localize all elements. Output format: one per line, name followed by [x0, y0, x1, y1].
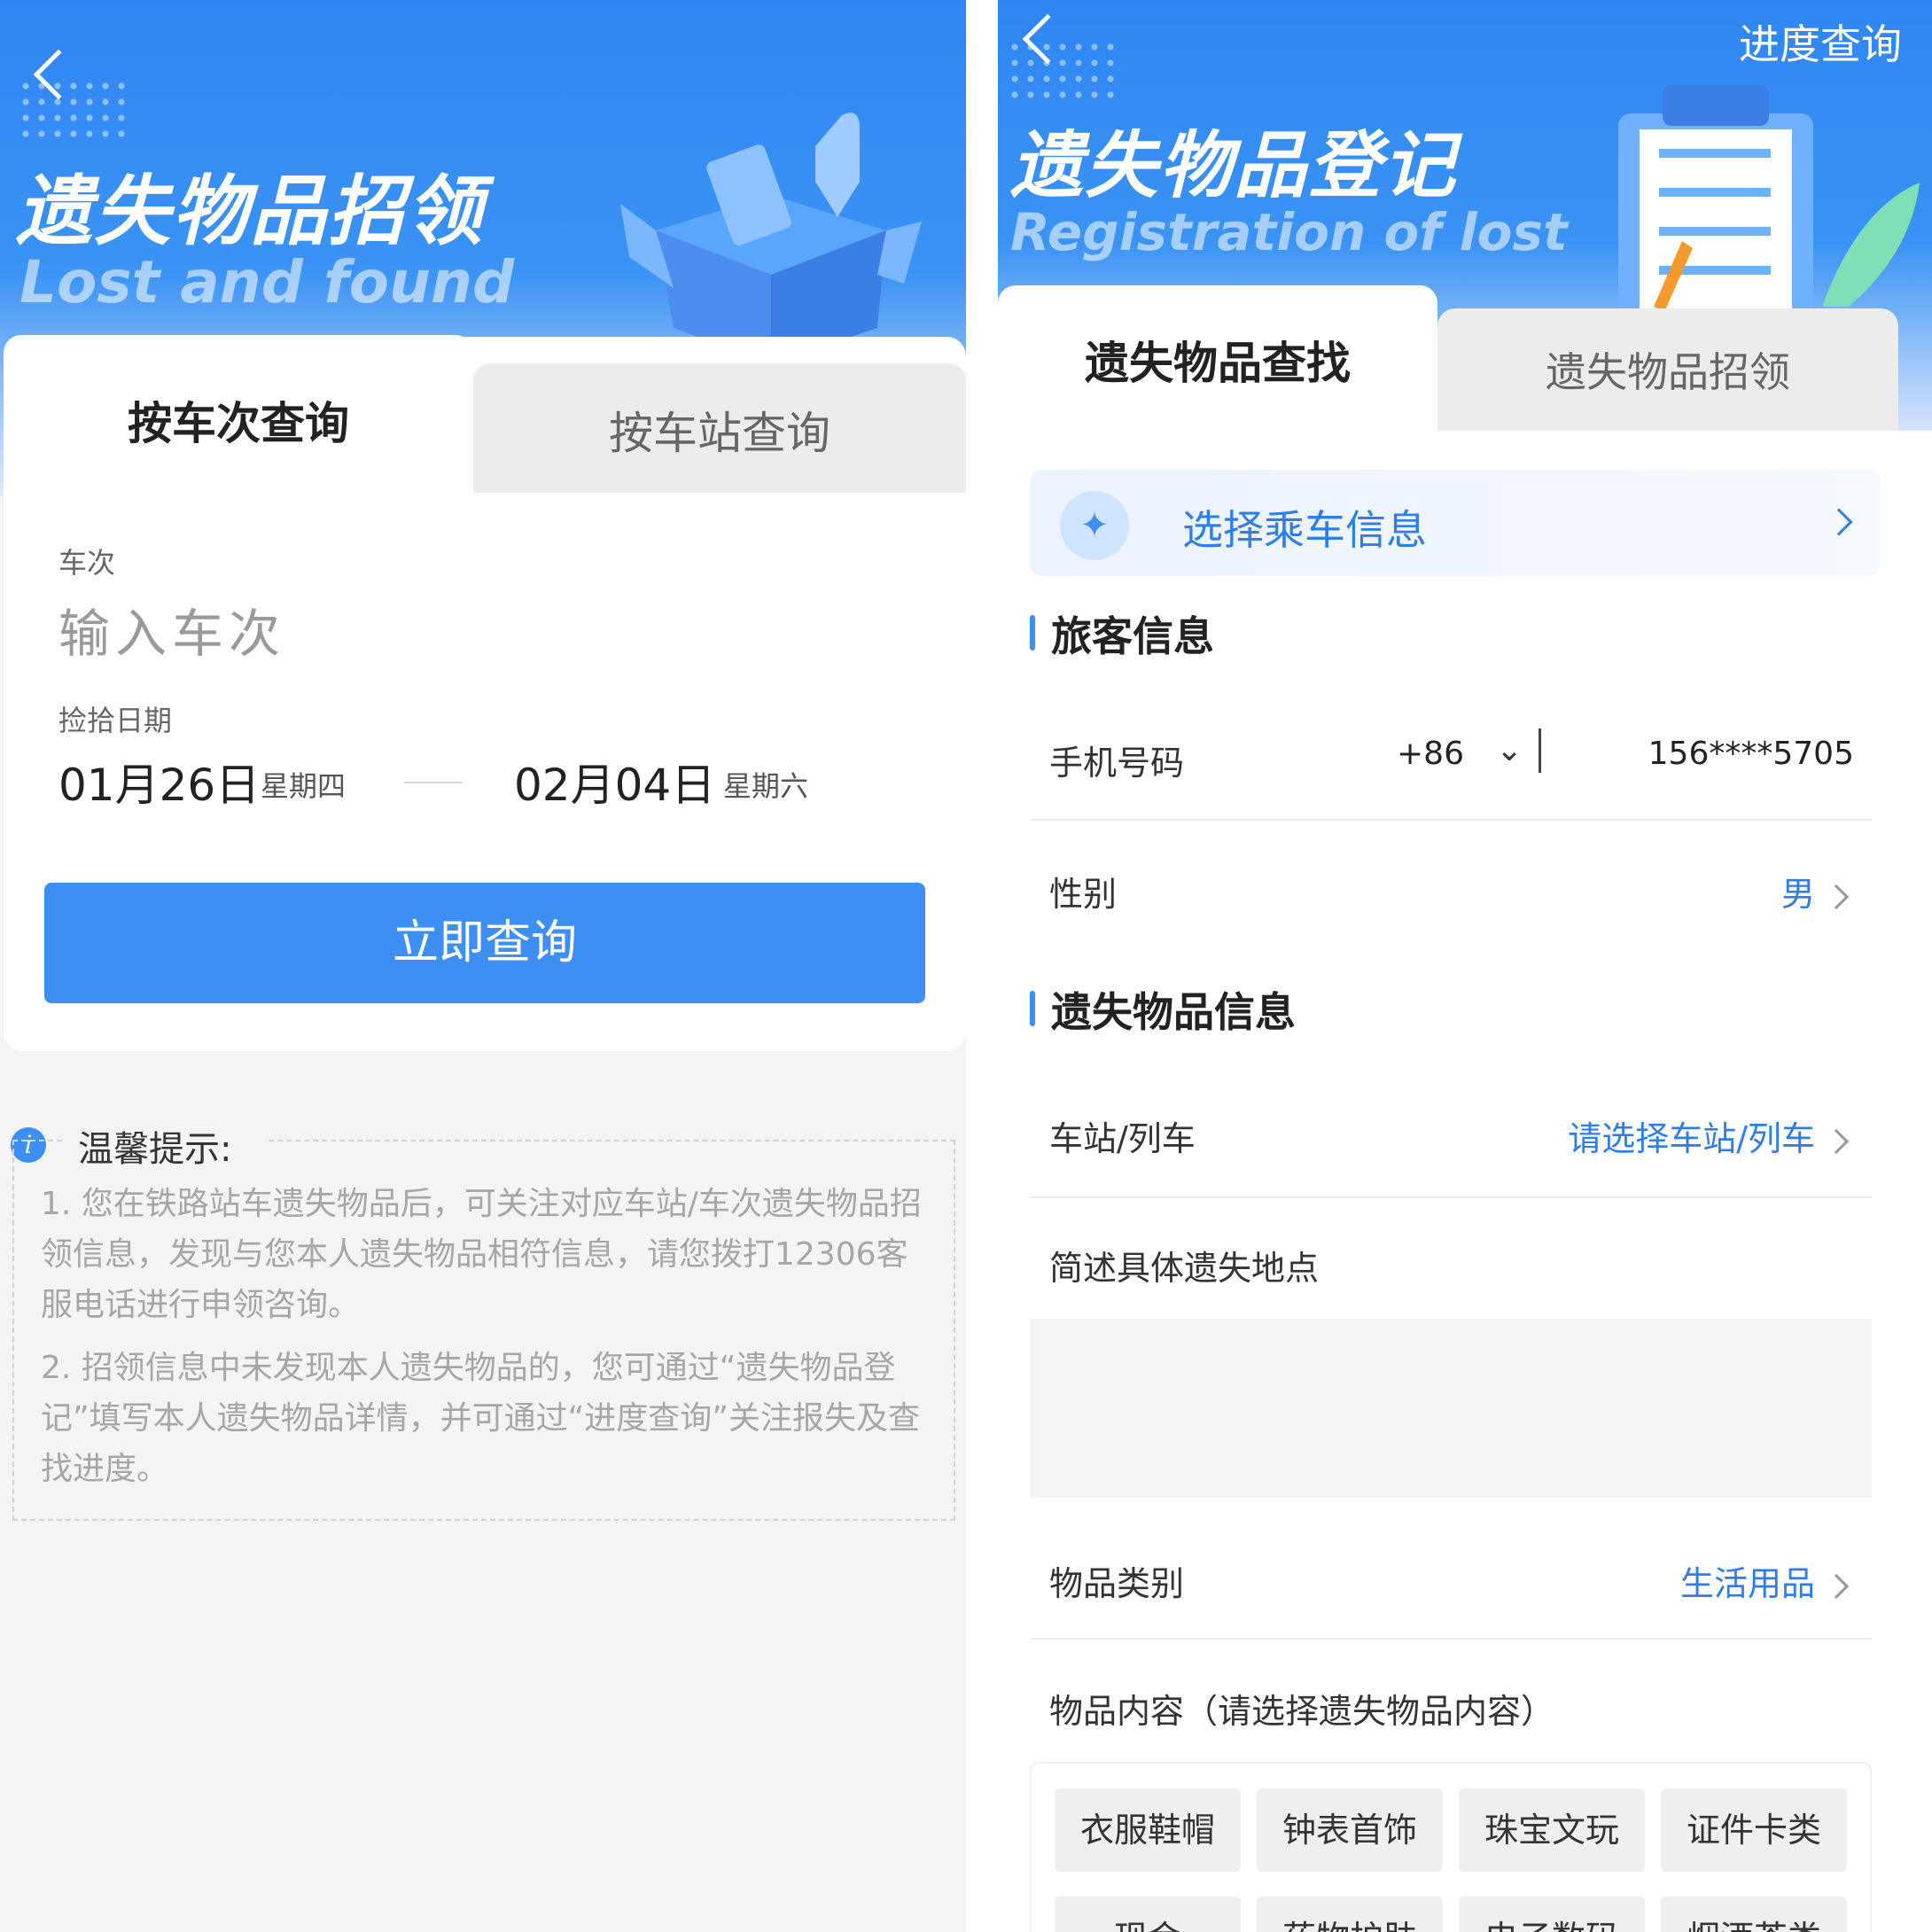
chip-cash[interactable]: 现金: [1055, 1897, 1241, 1932]
phone-divider: [1539, 728, 1541, 773]
date-from[interactable]: 01月26日: [58, 750, 260, 814]
progress-query-link[interactable]: 进度查询: [1739, 12, 1902, 71]
date-separator: [404, 782, 463, 783]
gender-value: 男: [1780, 875, 1815, 914]
register-form: ✦ 选择乘车信息 旅客信息 手机号码 +86 ⌄ 156****5705 性别 …: [998, 431, 1932, 1932]
chevron-right-icon: [1825, 508, 1853, 536]
tab-by-train[interactable]: 按车次查询: [4, 335, 473, 495]
divider: [1030, 1638, 1872, 1640]
chevron-right-icon: [1823, 1573, 1850, 1599]
date-to-weekday: 星期六: [723, 769, 809, 803]
notice-item-1: 1. 您在铁路站车遗失物品后，可关注对应车站/车次遗失物品招领信息，发现与您本人…: [41, 1186, 922, 1323]
chevron-down-icon: ⌄: [1496, 732, 1523, 768]
select-trip-label: 选择乘车信息: [1182, 506, 1427, 554]
chevron-right-icon: [1823, 1128, 1850, 1154]
phone-label: 手机号码: [1049, 744, 1185, 783]
station-value: 请选择车站/列车: [1568, 1119, 1815, 1158]
notice-title: 温馨提示:: [62, 1120, 268, 1172]
chip-tobacco-tea[interactable]: 烟酒茶类: [1661, 1897, 1847, 1932]
chevron-right-icon: [1823, 884, 1850, 909]
chip-collectibles[interactable]: 珠宝文玩: [1459, 1788, 1645, 1872]
date-from-weekday: 星期四: [261, 769, 347, 803]
lost-and-found-screen: 遗失物品招领 Lost and found 按车次查询 按车站查询 车次 输入车…: [0, 0, 966, 1932]
category-value: 生活用品: [1679, 1564, 1815, 1603]
station-label: 车站/列车: [1049, 1119, 1196, 1158]
place-textarea[interactable]: [1030, 1319, 1872, 1498]
phone-input[interactable]: 156****5705: [1648, 736, 1854, 772]
gender-label: 性别: [1049, 875, 1118, 914]
train-label: 车次: [58, 546, 116, 580]
decor-dots: [18, 78, 133, 140]
notice-item-2: 2. 招领信息中未发现本人遗失物品的，您可通过“遗失物品登记”填写本人遗失物品详…: [41, 1350, 920, 1487]
tab-lost-search[interactable]: 遗失物品查找: [998, 285, 1437, 436]
hero-subtitle: Lost and found: [19, 248, 515, 316]
tab-by-station[interactable]: 按车站查询: [473, 363, 966, 493]
hero-title: 遗失物品登记: [1010, 124, 1457, 208]
train-input[interactable]: 输入车次: [58, 592, 285, 666]
section-item-title: 遗失物品信息: [1030, 980, 1296, 1039]
section-passenger-title: 旅客信息: [1030, 604, 1214, 663]
divider: [1030, 1196, 1872, 1198]
chip-watch-jewelry[interactable]: 钟表首饰: [1257, 1788, 1443, 1872]
chip-medicine[interactable]: 药物护肤: [1257, 1897, 1443, 1932]
place-label: 简述具体遗失地点: [1049, 1249, 1320, 1288]
tab-lost-claim[interactable]: 遗失物品招领: [1437, 308, 1898, 432]
chip-clothing[interactable]: 衣服鞋帽: [1055, 1788, 1241, 1872]
select-trip-row[interactable]: ✦ 选择乘车信息: [1030, 470, 1881, 576]
country-code[interactable]: +86: [1397, 736, 1464, 772]
date-label: 捡拾日期: [58, 704, 173, 737]
clipboard-illustration-icon: [1618, 85, 1920, 316]
hero-title: 遗失物品招领: [16, 167, 484, 256]
chip-electronics[interactable]: 电子数码: [1459, 1897, 1645, 1932]
ticket-icon: ✦: [1060, 491, 1129, 560]
date-to[interactable]: 02月04日: [514, 750, 715, 814]
chip-container: 衣服鞋帽 钟表首饰 珠宝文玩 证件卡类 现金 药物护肤 电子数码 烟酒茶类: [1030, 1762, 1872, 1932]
box-illustration-icon: [620, 113, 922, 363]
hero-subtitle: Registration of lost: [1010, 202, 1568, 262]
decor-dots: [1007, 39, 1122, 101]
search-button[interactable]: 立即查询: [44, 883, 925, 1003]
notice-box: 1. 您在铁路站车遗失物品后，可关注对应车站/车次遗失物品招领信息，发现与您本人…: [12, 1140, 955, 1521]
divider: [1030, 819, 1872, 821]
chip-documents[interactable]: 证件卡类: [1661, 1788, 1847, 1872]
lost-registration-screen: 进度查询 遗失物品登记 Registration of lost 遗失物品查找 …: [998, 0, 1932, 1932]
query-form: 车次 输入车次 捡拾日期 01月26日 星期四 02月04日 星期六 立即查询: [4, 493, 966, 1051]
category-label: 物品类别: [1049, 1564, 1185, 1603]
content-label: 物品内容（请选择遗失物品内容）: [1049, 1692, 1555, 1731]
